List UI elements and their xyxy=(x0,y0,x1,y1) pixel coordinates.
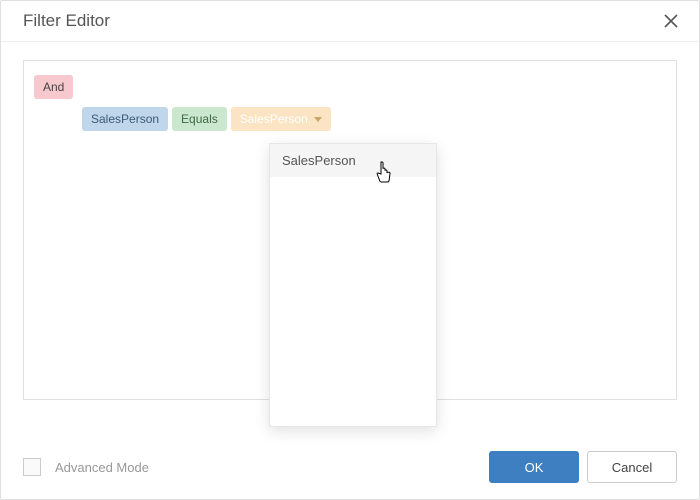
dialog-footer: Advanced Mode OK Cancel xyxy=(1,441,699,499)
group-operator-chip[interactable]: And xyxy=(34,75,73,99)
close-button[interactable] xyxy=(661,11,681,31)
filter-editor-dialog: Filter Editor And SalesPerson Equals Sal… xyxy=(0,0,700,500)
dropdown-item[interactable]: SalesPerson xyxy=(270,144,436,177)
cancel-button[interactable]: Cancel xyxy=(587,451,677,483)
condition-operator-chip[interactable]: Equals xyxy=(172,107,227,131)
dialog-title: Filter Editor xyxy=(23,11,110,31)
ok-button[interactable]: OK xyxy=(489,451,579,483)
advanced-mode-checkbox[interactable] xyxy=(23,458,41,476)
value-dropdown: SalesPerson xyxy=(269,143,437,427)
filter-condition: SalesPerson Equals SalesPerson xyxy=(82,107,666,131)
condition-value-text: SalesPerson xyxy=(240,110,308,128)
condition-value-chip[interactable]: SalesPerson xyxy=(231,107,331,131)
close-icon xyxy=(664,14,678,28)
advanced-mode-label: Advanced Mode xyxy=(55,460,149,475)
dialog-header: Filter Editor xyxy=(1,1,699,42)
chevron-down-icon xyxy=(314,117,322,122)
filter-group: And xyxy=(34,75,666,99)
condition-field-chip[interactable]: SalesPerson xyxy=(82,107,168,131)
